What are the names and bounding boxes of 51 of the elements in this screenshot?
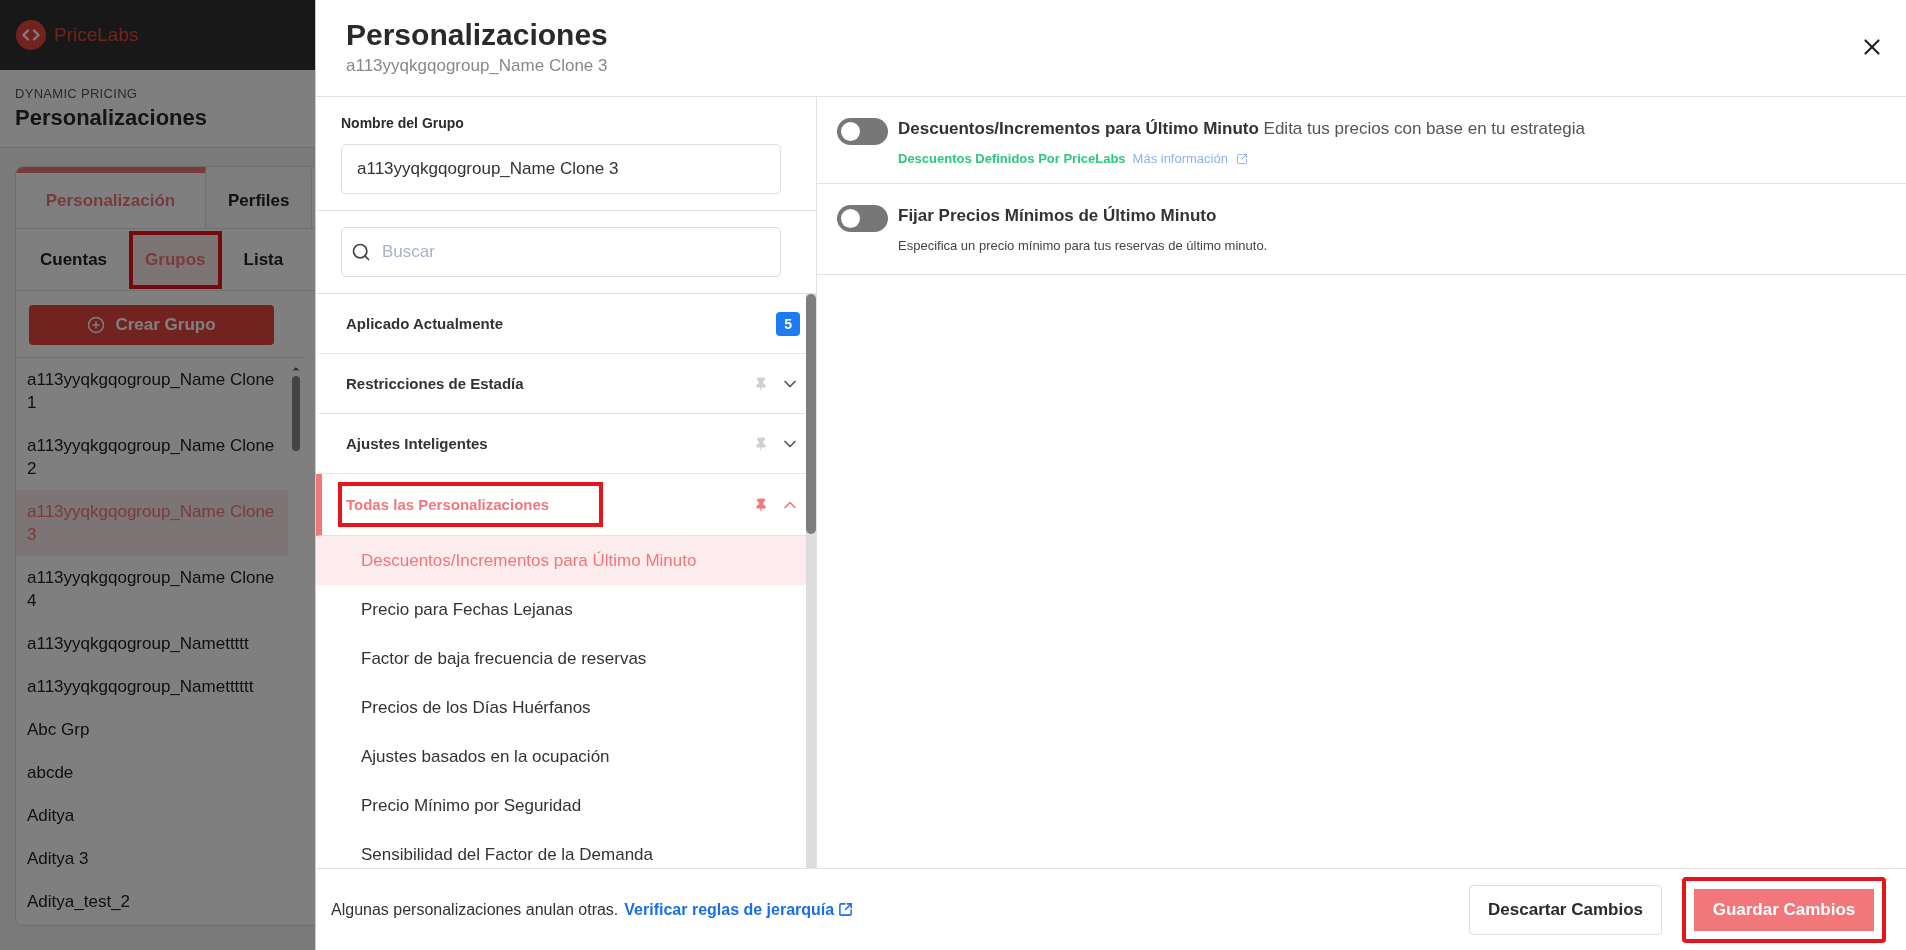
setting-tag: Descuentos Definidos Por PriceLabs — [898, 151, 1126, 166]
logo-text: PriceLabs — [54, 24, 139, 46]
customization-item[interactable]: Precio para Fechas Lejanas — [316, 585, 806, 634]
hierarchy-rules-link[interactable]: Verificar reglas de jerarquía — [624, 900, 854, 919]
group-item[interactable]: Aditya_test_2 — [16, 880, 288, 923]
page-eyebrow: DYNAMIC PRICING — [15, 86, 139, 101]
modal-title: Personalizaciones — [346, 18, 608, 52]
external-link-icon — [1235, 152, 1248, 165]
customization-item[interactable]: Precio Mínimo por Seguridad — [316, 781, 806, 830]
search-icon — [351, 242, 371, 262]
group-name-field[interactable]: a113yyqkgqogroup_Name Clone 3 — [341, 144, 781, 194]
section-header[interactable]: Ajustes Inteligentes — [316, 414, 806, 474]
create-group-button[interactable]: Crear Grupo — [29, 305, 274, 345]
discard-button[interactable]: Descartar Cambios — [1469, 884, 1662, 935]
plus-icon — [87, 316, 106, 334]
section-header[interactable]: Aplicado Actualmente 5 — [316, 294, 806, 354]
group-item[interactable]: a113yyqkgqogroup_Name Clone 1 — [16, 358, 288, 424]
save-button[interactable]: Guardar Cambios — [1682, 876, 1886, 943]
customization-item[interactable]: Descuentos/Incrementos para Último Minuto — [316, 536, 806, 585]
toggle-switch[interactable] — [837, 118, 888, 145]
external-link-icon — [838, 902, 854, 917]
group-item[interactable]: a113yyqkgqogroup_Name Clone 4 — [16, 556, 288, 622]
modal-subtitle: a113yyqkgqogroup_Name Clone 3 — [346, 56, 608, 76]
page-title: Personalizaciones — [15, 105, 208, 131]
sub-tab[interactable]: Cuentas — [28, 234, 120, 285]
group-item[interactable]: a113yyqkgqogroup_Nametttttt — [16, 665, 288, 708]
customization-item[interactable]: Factor de baja frecuencia de reservas — [316, 634, 806, 683]
toggle-switch[interactable] — [837, 205, 888, 232]
group-item[interactable]: Aditya 3 — [16, 837, 288, 880]
group-item[interactable]: Aditya — [16, 794, 288, 837]
customization-item[interactable]: Ajustes basados en la ocupación — [316, 732, 806, 781]
group-item[interactable]: abcde — [16, 751, 288, 794]
count-badge: 5 — [776, 311, 800, 336]
section-header[interactable]: Restricciones de Estadía — [316, 354, 806, 414]
field-label: Nombre del Grupo — [341, 115, 465, 131]
scrollbar[interactable] — [806, 294, 816, 868]
pin-icon[interactable] — [754, 497, 768, 512]
sub-tab[interactable]: Lista — [231, 234, 296, 285]
scroll-up-icon[interactable] — [291, 364, 301, 374]
search-field[interactable]: Buscar — [341, 227, 781, 277]
scrollbar-thumb[interactable] — [292, 376, 300, 451]
group-item[interactable]: a113yyqkgqogroup_Namettttt — [16, 622, 288, 665]
setting-title: Descuentos/Incrementos para Último Minuto Edita tus precios con base en tu estrategia — [898, 118, 1585, 140]
group-item[interactable]: a113yyqkgqogroup_Name Clone 2 — [16, 424, 288, 490]
logo-icon — [16, 20, 46, 50]
customization-item[interactable]: Sensibilidad del Factor de la Demanda — [316, 830, 806, 868]
group-item[interactable]: Abc Grp — [16, 708, 288, 751]
customization-item[interactable]: Precios de los Días Huérfanos — [316, 683, 806, 732]
setting-title: Fijar Precios Mínimos de Último Minuto — [898, 205, 1218, 227]
footer-note: Algunas personalizaciones anulan otras. — [331, 900, 619, 918]
setting-note: Especifica un precio mínimo para tus reservas de último minuto. — [898, 238, 1268, 253]
